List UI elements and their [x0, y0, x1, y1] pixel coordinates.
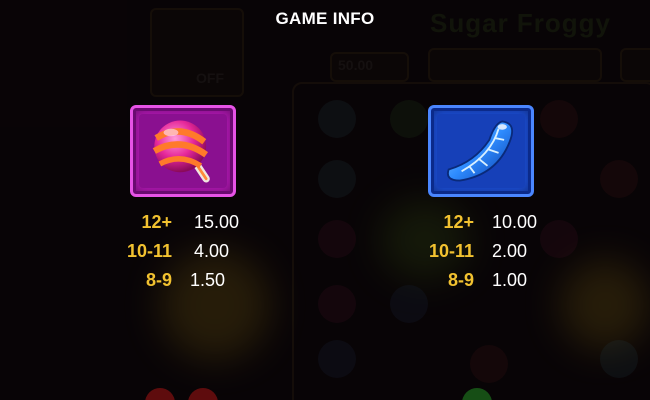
- page-title: GAME INFO: [275, 9, 375, 28]
- dim-overlay: [0, 0, 650, 400]
- payout-value: 10.00: [492, 212, 538, 232]
- payout-value: 15.00: [194, 212, 240, 232]
- blue-candy-symbol-tile: [428, 105, 534, 197]
- payout-value: 1.00: [492, 270, 528, 290]
- payout-value: 2.00: [492, 241, 528, 261]
- match-range: 8-9: [145, 270, 172, 290]
- match-range: 12+: [443, 212, 474, 232]
- payout-value: 1.50: [190, 270, 226, 290]
- match-range: 10-11: [126, 241, 172, 261]
- match-range: 12+: [141, 212, 172, 232]
- lollipop-icon: [152, 120, 210, 183]
- blue-candy-icon: [447, 120, 514, 182]
- match-range: 8-9: [447, 270, 474, 290]
- match-range: 10-11: [428, 241, 474, 261]
- lollipop-symbol-tile: [130, 105, 236, 197]
- payout-value: 4.00: [194, 241, 230, 261]
